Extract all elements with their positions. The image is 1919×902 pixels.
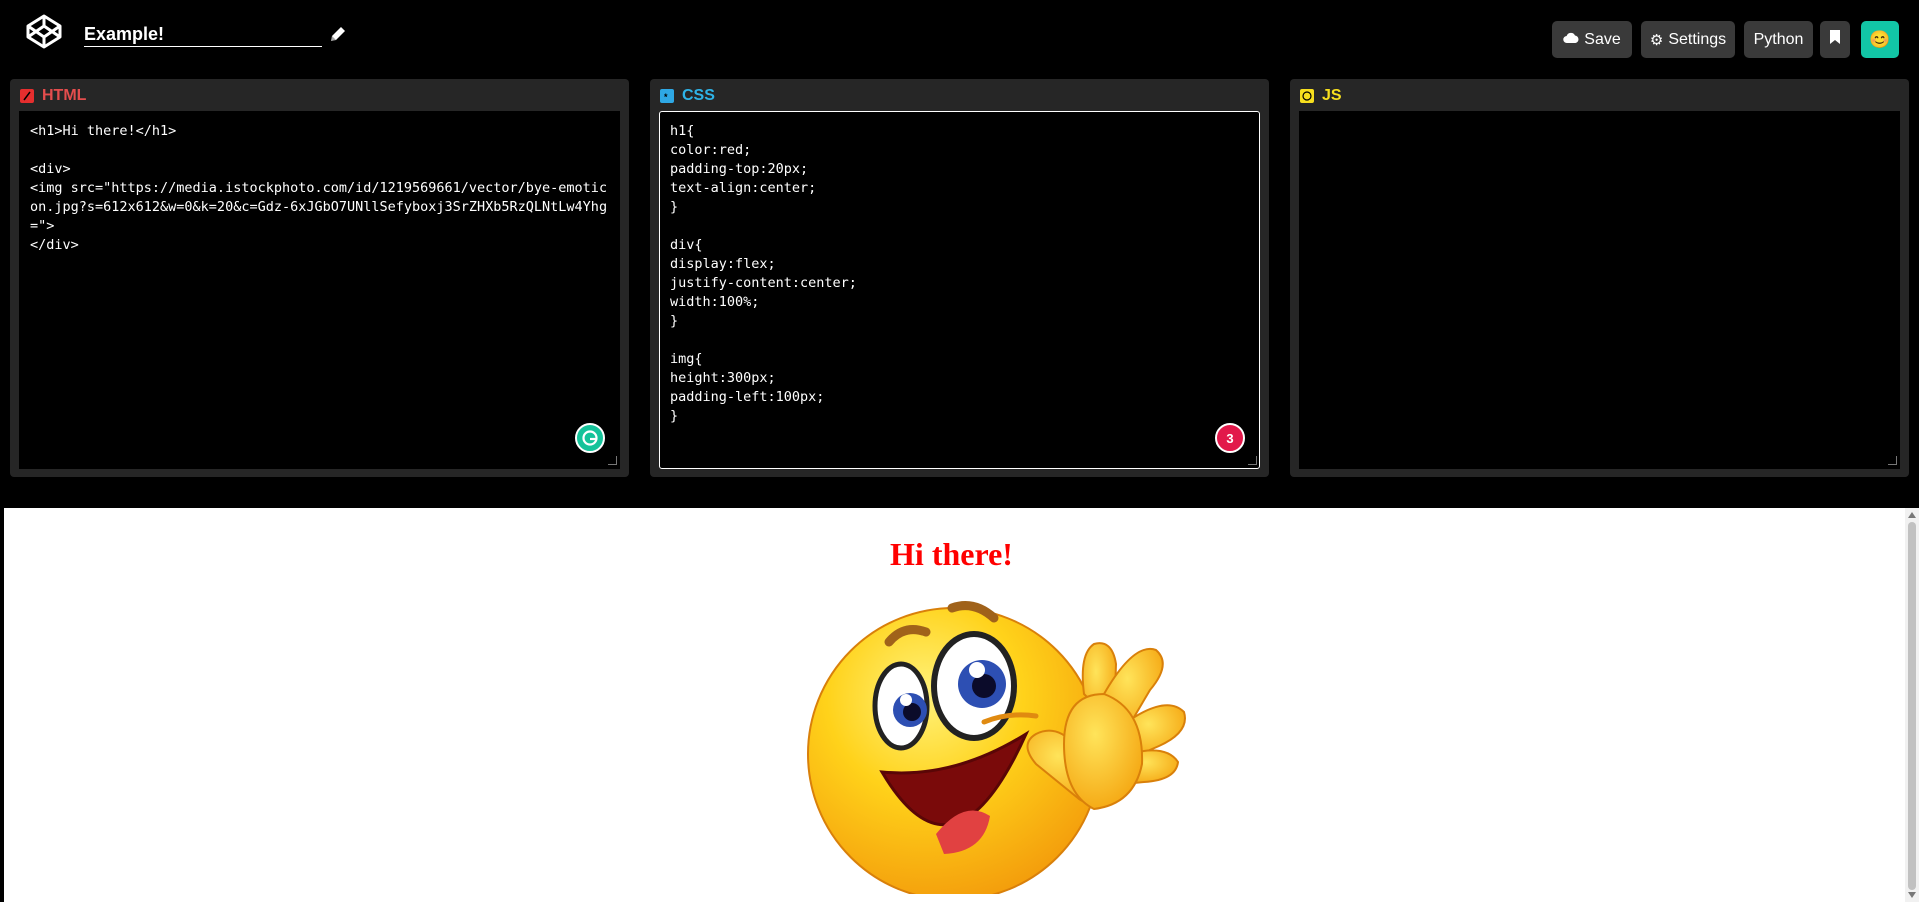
output-preview: Hi there! [4, 508, 1919, 902]
svg-text:*: * [664, 92, 668, 102]
preview-heading: Hi there! [890, 536, 1013, 572]
grammarly-icon[interactable] [575, 423, 605, 453]
top-bar: Save ⚙ Settings Python 😊 [0, 0, 1919, 68]
scroll-up-arrow-icon[interactable] [1908, 512, 1916, 518]
avatar-button[interactable]: 😊 [1861, 21, 1899, 58]
avatar-emoji: 😊 [1869, 29, 1891, 49]
html-editor-panel: HTML <h1>Hi there!</h1> <div> <img src="… [10, 79, 629, 477]
waving-smiley-image [794, 594, 1214, 901]
css-panel-header: * CSS [660, 87, 715, 105]
settings-button[interactable]: ⚙ Settings [1641, 21, 1735, 58]
html-panel-label: HTML [42, 87, 87, 104]
js-editor-resize-handle[interactable] [1888, 456, 1897, 465]
grammarly-issues-badge[interactable]: 3 [1215, 423, 1245, 453]
python-button-label: Python [1753, 30, 1804, 48]
html-editor-resize-handle[interactable] [608, 456, 617, 465]
bookmark-button[interactable] [1820, 21, 1850, 58]
settings-button-label: Settings [1668, 30, 1727, 48]
preview-scrollbar[interactable] [1905, 508, 1919, 902]
html-panel-header: HTML [20, 87, 86, 105]
js-icon [1300, 89, 1314, 103]
js-panel-header: JS [1300, 87, 1342, 105]
css-panel-label: CSS [682, 87, 715, 104]
js-panel-label: JS [1322, 87, 1342, 104]
cloud-icon [1563, 31, 1579, 49]
bookmark-icon [1829, 29, 1841, 50]
js-editor-panel: JS [1290, 79, 1909, 477]
grammarly-issue-count: 3 [1226, 430, 1234, 446]
js-code-editor[interactable] [1299, 111, 1900, 469]
html-icon [20, 89, 34, 103]
css-icon: * [660, 89, 674, 103]
css-editor-resize-handle[interactable] [1248, 456, 1257, 465]
codepen-logo-icon[interactable] [24, 13, 64, 49]
project-title-input[interactable] [84, 22, 322, 47]
save-button-label: Save [1584, 30, 1621, 48]
css-code-editor[interactable]: h1{ color:red; padding-top:20px; text-al… [659, 111, 1260, 469]
gear-icon: ⚙ [1649, 31, 1664, 49]
scroll-thumb[interactable] [1908, 522, 1916, 890]
scroll-down-arrow-icon[interactable] [1908, 892, 1916, 898]
python-button[interactable]: Python [1744, 21, 1813, 58]
css-editor-panel: * CSS h1{ color:red; padding-top:20px; t… [650, 79, 1269, 477]
save-button[interactable]: Save [1552, 21, 1632, 58]
html-code-editor[interactable]: <h1>Hi there!</h1> <div> <img src="https… [19, 111, 620, 469]
pencil-icon[interactable] [329, 25, 347, 43]
